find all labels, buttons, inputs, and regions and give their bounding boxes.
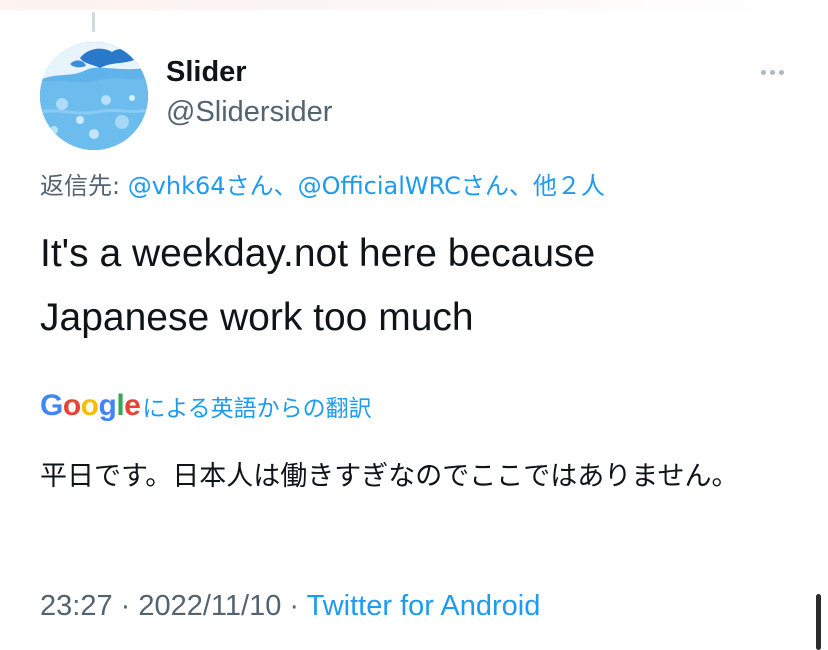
user-handle[interactable]: @Slidersider <box>166 96 332 129</box>
meta-separator: · <box>281 590 307 622</box>
others-link[interactable]: 他２人 <box>533 172 605 200</box>
mention-suffix: さん、 <box>460 172 533 200</box>
previous-tweet-edge <box>0 0 828 10</box>
thread-connector-line <box>92 12 95 32</box>
mention-link[interactable]: @vhk64 <box>128 172 226 200</box>
translation-attribution[interactable]: Google による英語からの翻訳 <box>40 386 372 426</box>
tweet-text: It's a weekday.not here because Japanese… <box>40 222 780 350</box>
replying-to-label: 返信先: <box>40 172 128 200</box>
tweet-detail: Slider @Slidersider 返信先: @vhk64さん、@Offic… <box>0 0 828 650</box>
tweet-source-link[interactable]: Twitter for Android <box>307 590 541 622</box>
replying-to-line: 返信先: @vhk64さん、@OfficialWRCさん、他２人 <box>40 166 605 201</box>
display-name[interactable]: Slider <box>166 56 247 89</box>
translation-label[interactable]: による英語からの翻訳 <box>142 389 371 423</box>
scrollbar[interactable] <box>816 594 821 650</box>
avatar-image <box>40 42 148 150</box>
more-horizontal-icon <box>759 69 786 75</box>
translated-text: 平日です。日本人は働きすぎなのでここではありません。 <box>40 461 739 492</box>
google-logo: Google <box>40 389 141 422</box>
tweet-time[interactable]: 23:27 <box>40 590 113 622</box>
avatar[interactable] <box>40 42 148 150</box>
tweet-text-line: It's a weekday.not here because <box>40 232 596 275</box>
mention-suffix: さん、 <box>225 172 298 200</box>
more-options-button[interactable] <box>752 58 792 86</box>
meta-separator: · <box>112 590 139 622</box>
tweet-metadata: 23:27 · 2022/11/10 · Twitter for Android <box>40 590 540 623</box>
tweet-text-line: Japanese work too much <box>40 296 474 339</box>
mention-link[interactable]: @OfficialWRC <box>298 172 461 200</box>
tweet-date[interactable]: 2022/11/10 <box>138 590 281 622</box>
